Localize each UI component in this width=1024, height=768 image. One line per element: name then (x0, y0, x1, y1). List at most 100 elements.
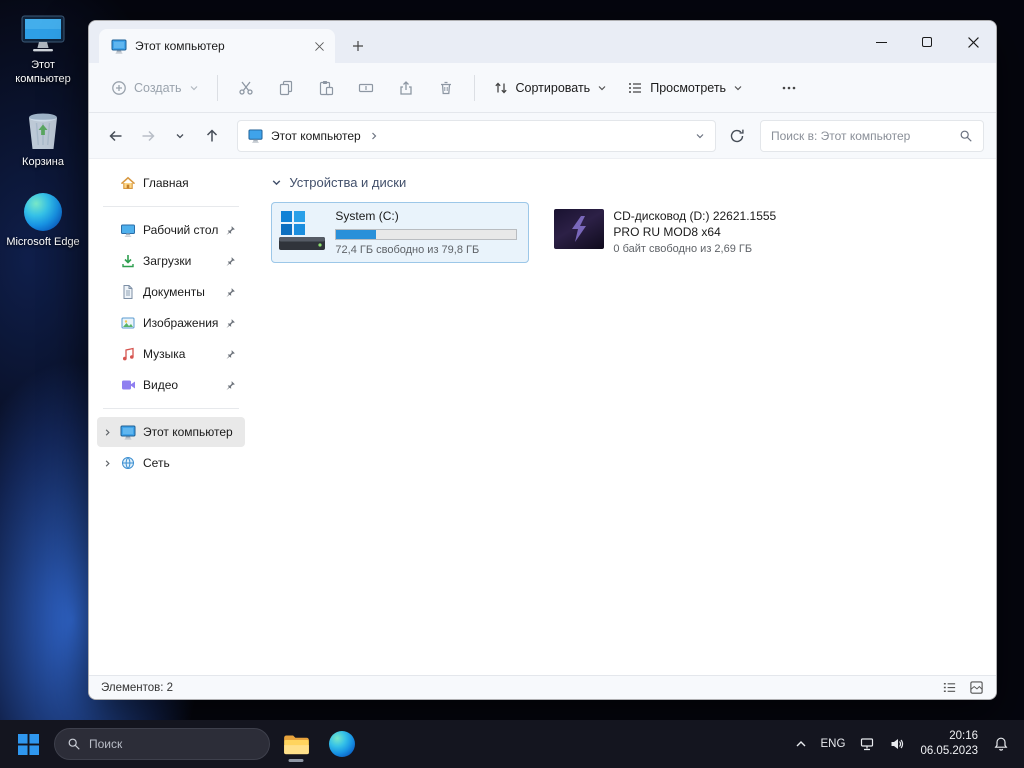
delete-button[interactable] (426, 71, 466, 105)
address-bar[interactable]: Этот компьютер (237, 119, 716, 152)
sort-icon (493, 80, 509, 96)
sidebar-item-desktop[interactable]: Рабочий стол (97, 215, 245, 245)
language-indicator[interactable]: ENG (814, 724, 853, 764)
sidebar-item-label: Рабочий стол (143, 223, 219, 237)
plus-circle-icon (111, 80, 127, 96)
tab-title: Этот компьютер (135, 39, 225, 53)
sidebar-separator (103, 206, 240, 207)
details-view-icon[interactable] (942, 680, 957, 695)
sidebar-item-label: Видео (143, 378, 179, 392)
sidebar-item-label: Этот компьютер (143, 425, 233, 439)
sidebar-item-music[interactable]: Музыка (97, 339, 245, 369)
breadcrumb[interactable]: Этот компьютер (271, 129, 361, 143)
this-pc-icon (111, 39, 127, 54)
tab-this-pc[interactable]: Этот компьютер (99, 29, 335, 63)
cut-button[interactable] (226, 71, 266, 105)
chevron-up-icon (795, 740, 807, 748)
desktop-icon-recycle-bin[interactable]: Корзина (4, 111, 82, 170)
music-icon (120, 346, 136, 362)
large-icons-view-icon[interactable] (969, 680, 984, 695)
paste-button[interactable] (306, 71, 346, 105)
desktop-icon-this-pc[interactable]: Этот компьютер (4, 14, 82, 87)
search-input[interactable] (771, 128, 959, 143)
sidebar-item-home[interactable]: Главная (97, 168, 245, 198)
refresh-button[interactable] (722, 121, 752, 151)
chevron-down-icon[interactable] (271, 177, 282, 188)
view-toggles (942, 680, 984, 695)
chevron-down-icon (597, 83, 607, 93)
taskbar-search[interactable] (54, 728, 270, 760)
sidebar-item-label: Загрузки (143, 254, 192, 268)
forward-button[interactable] (133, 121, 163, 151)
pictures-icon (120, 315, 136, 331)
tray-overflow-button[interactable] (788, 724, 814, 764)
sidebar-item-documents[interactable]: Документы (97, 277, 245, 307)
drive-usage-fill (336, 229, 377, 239)
maximize-button[interactable] (904, 21, 950, 63)
taskbar-left (8, 724, 362, 764)
sort-button[interactable]: Сортировать (483, 73, 618, 103)
speaker-icon (889, 736, 905, 752)
view-button[interactable]: Просмотреть (617, 73, 753, 103)
network-icon (859, 736, 875, 752)
notification-center-button[interactable] (986, 724, 1016, 764)
this-pc-icon (248, 128, 263, 143)
view-button-label: Просмотреть (650, 80, 727, 95)
recent-locations-button[interactable] (165, 121, 195, 151)
edge-icon (329, 731, 355, 757)
trash-icon (438, 80, 454, 96)
documents-icon (120, 284, 136, 300)
chevron-right-icon[interactable] (101, 459, 113, 468)
back-button[interactable] (101, 121, 131, 151)
clock-date: 06.05.2023 (920, 745, 978, 757)
taskbar-explorer-button[interactable] (276, 724, 316, 764)
new-tab-button[interactable] (343, 31, 373, 61)
new-button[interactable]: Создать (101, 73, 209, 103)
explorer-window: Этот компьютер Создать Сортировать Просм… (88, 20, 997, 700)
pin-icon (225, 349, 237, 360)
sidebar-item-label: Документы (143, 285, 205, 299)
start-button[interactable] (8, 724, 48, 764)
sidebar-item-videos[interactable]: Видео (97, 370, 245, 400)
taskbar: ENG 20:16 06.05.2023 (0, 720, 1024, 768)
system-tray: ENG 20:16 06.05.2023 (788, 724, 1016, 764)
home-icon (120, 175, 136, 191)
group-header-devices[interactable]: Устройства и диски (271, 175, 978, 190)
more-options-button[interactable] (769, 71, 809, 105)
bell-icon (993, 736, 1009, 752)
share-button[interactable] (386, 71, 426, 105)
language-label: ENG (820, 738, 846, 750)
sidebar-item-pictures[interactable]: Изображения (97, 308, 245, 338)
close-button[interactable] (950, 21, 996, 63)
sidebar-item-network[interactable]: Сеть (97, 448, 245, 478)
sidebar-item-downloads[interactable]: Загрузки (97, 246, 245, 276)
tab-close-icon[interactable] (309, 36, 329, 56)
drive-tile-system-c[interactable]: System (C:) 72,4 ГБ свободно из 79,8 ГБ (271, 202, 530, 263)
minimize-button[interactable] (858, 21, 904, 63)
copy-button[interactable] (266, 71, 306, 105)
toolbar-separator (473, 74, 475, 101)
paste-icon (318, 80, 334, 96)
tab-bar: Этот компьютер (89, 21, 996, 63)
sidebar-item-this-pc[interactable]: Этот компьютер (97, 417, 246, 447)
up-button[interactable] (197, 121, 227, 151)
chevron-down-icon[interactable] (695, 131, 705, 141)
chevron-right-icon[interactable] (369, 131, 379, 141)
volume-status[interactable] (882, 724, 912, 764)
desktop-icons: Этот компьютер Корзина Microsoft Edge (4, 14, 82, 250)
drive-tile-cd-d[interactable]: CD-дисковод (D:) 22621.1555 PRO RU MOD8 … (547, 202, 813, 262)
chevron-right-icon[interactable] (101, 428, 113, 437)
clock-time: 20:16 (949, 730, 978, 743)
cd-drive-thumbnail (554, 209, 605, 249)
search-icon[interactable] (959, 129, 973, 143)
sidebar-item-label: Музыка (143, 347, 186, 361)
taskbar-clock[interactable]: 20:16 06.05.2023 (912, 729, 986, 759)
status-bar: Элементов: 2 (89, 675, 996, 699)
search-icon (67, 737, 81, 751)
network-status[interactable] (852, 724, 882, 764)
rename-button[interactable] (346, 71, 386, 105)
sidebar-item-label: Главная (143, 176, 189, 190)
taskbar-edge-button[interactable] (322, 724, 362, 764)
taskbar-search-input[interactable] (89, 737, 257, 751)
desktop-icon-edge[interactable]: Microsoft Edge (4, 193, 82, 250)
